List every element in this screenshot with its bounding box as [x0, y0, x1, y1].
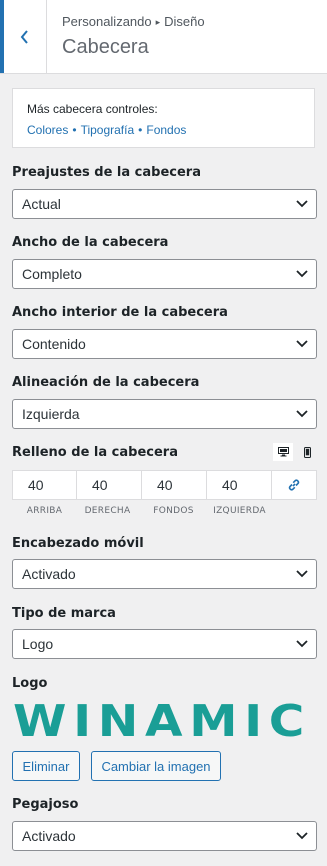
breadcrumb-parent: Personalizando: [62, 14, 152, 29]
inner-width-label: Ancho interior de la cabecera: [12, 305, 228, 320]
mobile-header-label: Encabezado móvil: [12, 536, 144, 551]
chevron-down-icon: [296, 410, 308, 418]
back-button[interactable]: [0, 0, 47, 73]
mobile-icon[interactable]: [297, 443, 317, 461]
brand-type-label: Tipo de marca: [12, 606, 116, 621]
logo-wordmark: WINAMIC: [13, 698, 311, 740]
brand-type-value: Logo: [22, 636, 54, 652]
customizer-header: Personalizando ▸ Diseño Cabecera: [0, 0, 327, 74]
alignment-select[interactable]: Izquierda: [12, 399, 317, 429]
padding-inputs: 40 40 40 40: [12, 470, 317, 500]
sticky-label: Pegajoso: [12, 797, 79, 812]
more-controls-box: Más cabecera controles: Colores • Tipograf…: [12, 88, 315, 148]
link-fondos[interactable]: Fondos: [146, 123, 186, 137]
section-title: Cabecera: [62, 36, 149, 58]
breadcrumb-separator-icon: ▸: [155, 17, 161, 27]
chevron-left-icon: [20, 29, 28, 44]
width-select[interactable]: Completo: [12, 259, 317, 289]
chevron-down-icon: [296, 832, 308, 840]
padding-label: Relleno de la cabecera: [12, 445, 178, 460]
link-icon: [288, 479, 300, 491]
chevron-down-icon: [296, 200, 308, 208]
link-values-button[interactable]: [272, 470, 317, 500]
width-label: Ancho de la cabecera: [12, 235, 169, 250]
more-controls-intro: Más cabecera controles:: [27, 102, 158, 116]
more-controls-links: Colores • Tipografía • Fondos: [27, 123, 187, 137]
padding-bottom-input[interactable]: 40: [142, 470, 207, 500]
sticky-select[interactable]: Activado: [12, 821, 317, 851]
inner-width-value: Contenido: [22, 336, 86, 352]
chevron-down-icon: [296, 270, 308, 278]
inner-width-select[interactable]: Contenido: [12, 329, 317, 359]
sticky-value: Activado: [22, 828, 76, 844]
padding-top-input[interactable]: 40: [12, 470, 77, 500]
breadcrumb: Personalizando ▸ Diseño: [62, 14, 205, 29]
preset-value: Actual: [22, 196, 61, 212]
preset-label: Preajustes de la cabecera: [12, 165, 201, 180]
padding-side-labels: ARRIBA DERECHA FONDOS IZQUIERDA: [12, 506, 272, 518]
desktop-icon[interactable]: [273, 443, 293, 461]
brand-type-select[interactable]: Logo: [12, 629, 317, 659]
remove-logo-button[interactable]: Eliminar: [12, 751, 80, 781]
change-image-button[interactable]: Cambiar la imagen: [91, 751, 221, 781]
padding-bottom-label: FONDOS: [153, 506, 194, 516]
width-value: Completo: [22, 266, 82, 282]
logo-label: Logo: [12, 676, 48, 691]
link-colores[interactable]: Colores: [27, 123, 68, 137]
padding-right-input[interactable]: 40: [77, 470, 142, 500]
device-switcher: [273, 443, 317, 461]
chevron-down-icon: [296, 640, 308, 648]
padding-right-label: DERECHA: [84, 506, 131, 516]
link-tipografia[interactable]: Tipografía: [81, 123, 135, 137]
breadcrumb-child: Diseño: [164, 14, 205, 29]
mobile-header-select[interactable]: Activado: [12, 559, 317, 589]
padding-left-label: IZQUIERDA: [213, 506, 266, 516]
padding-top-label: ARRIBA: [26, 506, 63, 516]
alignment-value: Izquierda: [22, 406, 80, 422]
padding-left-input[interactable]: 40: [207, 470, 272, 500]
mobile-header-value: Activado: [22, 566, 76, 582]
alignment-label: Alineación de la cabecera: [12, 375, 200, 390]
chevron-down-icon: [296, 340, 308, 348]
logo-image: WINAMIC: [12, 696, 312, 747]
preset-select[interactable]: Actual: [12, 189, 317, 219]
chevron-down-icon: [296, 570, 308, 578]
